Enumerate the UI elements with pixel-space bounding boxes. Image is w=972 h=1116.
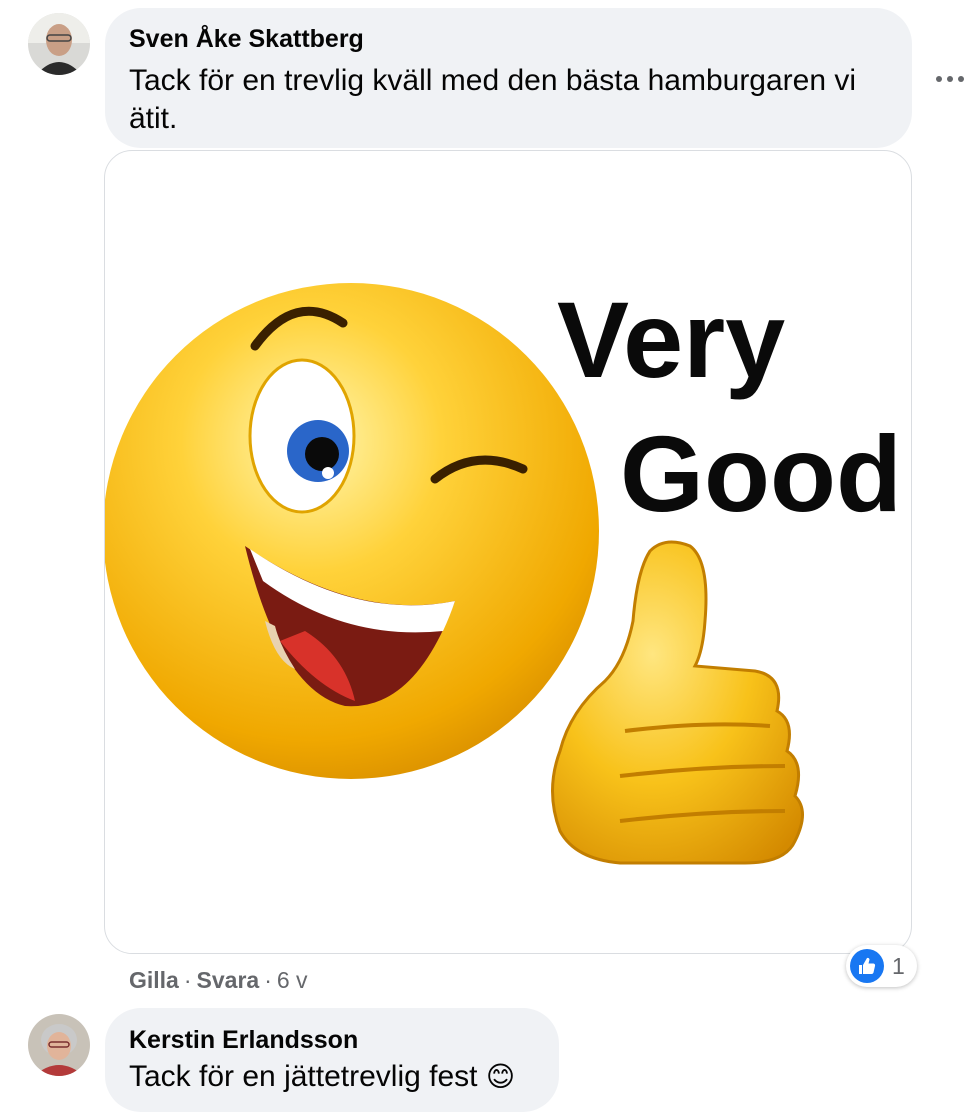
more-options-button[interactable] bbox=[934, 64, 966, 94]
dot-icon bbox=[958, 76, 964, 82]
separator: · bbox=[264, 967, 272, 993]
comment-bubble: Kerstin Erlandsson Tack för en jättetrev… bbox=[105, 1008, 559, 1112]
reaction-count: 1 bbox=[892, 952, 905, 979]
comment-text: Tack för en jättetrevlig fest 😊 bbox=[129, 1058, 515, 1096]
comment-actions: Gilla · Svara · 6 v bbox=[129, 967, 308, 994]
comment-text-content: Tack för en jättetrevlig fest bbox=[129, 1060, 478, 1093]
avatar-photo-icon bbox=[28, 1014, 90, 1076]
avatar-photo-icon bbox=[28, 13, 90, 75]
dot-icon bbox=[947, 76, 953, 82]
comment-author[interactable]: Sven Åke Skattberg bbox=[129, 25, 364, 54]
smiling-emoji-icon: 😊 bbox=[485, 1061, 516, 1092]
winking-thumbs-up-emoji-icon: Very Good bbox=[105, 279, 902, 865]
timestamp[interactable]: 6 v bbox=[277, 967, 308, 993]
gif-attachment[interactable]: Very Good bbox=[104, 150, 912, 954]
separator: · bbox=[183, 967, 192, 993]
avatar-kerstin[interactable] bbox=[28, 1014, 90, 1076]
dot-icon bbox=[936, 76, 942, 82]
comment-text: Tack för en trevlig kväll med den bästa … bbox=[129, 64, 857, 135]
reply-link[interactable]: Svara bbox=[197, 967, 260, 993]
gif-caption-line1: Very bbox=[557, 279, 785, 400]
comment-author[interactable]: Kerstin Erlandsson bbox=[129, 1026, 358, 1055]
gif-caption-line2: Good bbox=[620, 413, 902, 534]
reaction-badge[interactable]: 1 bbox=[846, 945, 917, 987]
comment-bubble: Sven Åke Skattberg Tack för en trevlig k… bbox=[105, 8, 912, 148]
like-link[interactable]: Gilla bbox=[129, 967, 179, 993]
avatar-sven[interactable] bbox=[28, 13, 90, 75]
like-icon bbox=[850, 949, 884, 983]
